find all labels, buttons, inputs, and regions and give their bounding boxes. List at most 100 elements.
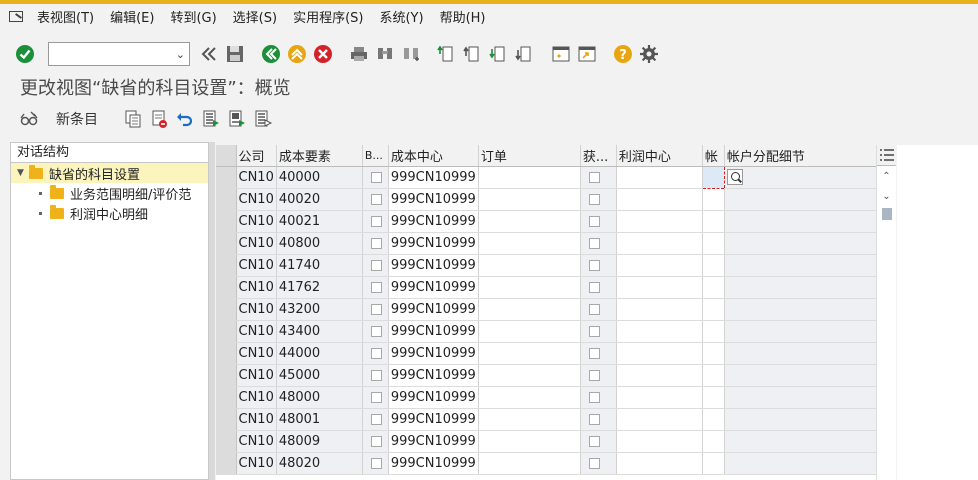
exit-icon[interactable]	[286, 43, 308, 65]
checkbox[interactable]	[370, 303, 382, 315]
scroll-up-icon[interactable]: ⌃	[877, 166, 896, 186]
cell-account-assignment-detail[interactable]	[724, 254, 883, 277]
cell-b[interactable]	[362, 386, 389, 409]
cell-b[interactable]	[362, 452, 389, 475]
checkbox[interactable]	[588, 259, 600, 271]
cell-b[interactable]	[362, 320, 389, 343]
cell-profit-center[interactable]	[616, 364, 703, 387]
cell-profit-center[interactable]	[616, 254, 703, 277]
checkbox[interactable]	[370, 171, 382, 183]
row-selector[interactable]	[216, 386, 237, 409]
row-selector[interactable]	[216, 188, 237, 211]
cell-account[interactable]	[702, 298, 725, 321]
last-page-icon[interactable]	[514, 43, 536, 65]
cell-account-assignment-detail[interactable]	[724, 276, 883, 299]
cell-order[interactable]	[478, 276, 581, 299]
cell-b[interactable]	[362, 232, 389, 255]
cell-profitability[interactable]	[580, 210, 617, 233]
row-selector[interactable]	[216, 364, 237, 387]
cell-account[interactable]	[702, 320, 725, 343]
expand-triangle-icon[interactable]: ▼	[17, 168, 25, 178]
column-header-company[interactable]: 公司	[236, 145, 277, 167]
column-header-account-assignment-detail[interactable]: 帐户分配细节	[724, 145, 883, 167]
tree-node-default-account-assignment[interactable]: ▼ 缺省的科目设置	[11, 163, 208, 183]
cell-account-assignment-detail[interactable]	[724, 188, 883, 211]
cell-b[interactable]	[362, 210, 389, 233]
cell-cost-center[interactable]: 999CN10999	[388, 452, 479, 475]
checkbox[interactable]	[588, 457, 600, 469]
menu-system[interactable]: 系统(Y)	[375, 7, 427, 26]
cell-profitability[interactable]	[580, 452, 617, 475]
cell-profitability[interactable]	[580, 232, 617, 255]
select-block-icon[interactable]	[226, 108, 248, 130]
cell-profit-center[interactable]	[616, 166, 703, 189]
cell-profitability[interactable]	[580, 386, 617, 409]
cell-cost-center[interactable]: 999CN10999	[388, 342, 479, 365]
cell-profit-center[interactable]	[616, 320, 703, 343]
column-header-cost-center[interactable]: 成本中心	[388, 145, 479, 167]
new-entries-button[interactable]: 新条目	[56, 109, 98, 129]
cell-b[interactable]	[362, 188, 389, 211]
checkbox[interactable]	[588, 325, 600, 337]
cell-account-assignment-detail[interactable]	[724, 452, 883, 475]
checkbox[interactable]	[370, 413, 382, 425]
cell-b[interactable]	[362, 166, 389, 189]
cell-account-assignment-detail[interactable]	[724, 320, 883, 343]
row-selector[interactable]	[216, 408, 237, 431]
cell-account[interactable]	[702, 430, 725, 453]
cell-profitability[interactable]	[580, 298, 617, 321]
save-icon[interactable]	[224, 43, 246, 65]
shortcut-icon[interactable]	[576, 43, 598, 65]
cell-profit-center[interactable]	[616, 342, 703, 365]
cell-b[interactable]	[362, 254, 389, 277]
find-next-icon[interactable]	[400, 43, 422, 65]
cell-profit-center[interactable]	[616, 386, 703, 409]
cell-profitability[interactable]	[580, 408, 617, 431]
cell-profit-center[interactable]	[616, 276, 703, 299]
checkbox[interactable]	[370, 325, 382, 337]
panel-splitter[interactable]	[209, 142, 215, 480]
checkbox[interactable]	[370, 215, 382, 227]
checkbox[interactable]	[370, 369, 382, 381]
cell-cost-center[interactable]: 999CN10999	[388, 232, 479, 255]
menu-selection[interactable]: 选择(S)	[229, 7, 281, 26]
checkbox[interactable]	[588, 369, 600, 381]
column-header-account[interactable]: 帐	[702, 145, 725, 167]
cell-profit-center[interactable]	[616, 188, 703, 211]
cell-cost-center[interactable]: 999CN10999	[388, 188, 479, 211]
cell-order[interactable]	[478, 386, 581, 409]
cell-account[interactable]	[702, 386, 725, 409]
cell-order[interactable]	[478, 342, 581, 365]
row-selector[interactable]	[216, 166, 237, 189]
checkbox[interactable]	[370, 281, 382, 293]
select-all-icon[interactable]	[200, 108, 222, 130]
checkbox[interactable]	[588, 347, 600, 359]
tree-node-profit-center-detail[interactable]: 利润中心明细	[11, 203, 208, 223]
checkbox[interactable]	[588, 215, 600, 227]
cell-order[interactable]	[478, 320, 581, 343]
cell-b[interactable]	[362, 298, 389, 321]
cell-order[interactable]	[478, 188, 581, 211]
vertical-scrollbar[interactable]: ⌃ ⌄	[876, 145, 896, 480]
cell-account-assignment-detail[interactable]	[724, 386, 883, 409]
cell-cost-center[interactable]: 999CN10999	[388, 254, 479, 277]
find-icon[interactable]	[374, 43, 396, 65]
cell-cost-center[interactable]: 999CN10999	[388, 298, 479, 321]
row-selector[interactable]	[216, 232, 237, 255]
first-page-icon[interactable]	[436, 43, 458, 65]
cell-account[interactable]	[702, 276, 725, 299]
cell-profit-center[interactable]	[616, 452, 703, 475]
row-selector[interactable]	[216, 254, 237, 277]
cell-order[interactable]	[478, 452, 581, 475]
checkbox[interactable]	[370, 347, 382, 359]
cell-account-assignment-detail[interactable]	[724, 408, 883, 431]
cell-profitability[interactable]	[580, 276, 617, 299]
cell-account[interactable]	[702, 364, 725, 387]
column-header-b[interactable]: B...	[362, 145, 389, 167]
checkbox[interactable]	[588, 303, 600, 315]
value-help-search-icon[interactable]	[726, 169, 743, 185]
menu-help[interactable]: 帮助(H)	[436, 7, 490, 26]
cell-account-assignment-detail[interactable]	[724, 364, 883, 387]
cell-account-assignment-detail[interactable]	[724, 298, 883, 321]
help-icon[interactable]: ?	[612, 43, 634, 65]
